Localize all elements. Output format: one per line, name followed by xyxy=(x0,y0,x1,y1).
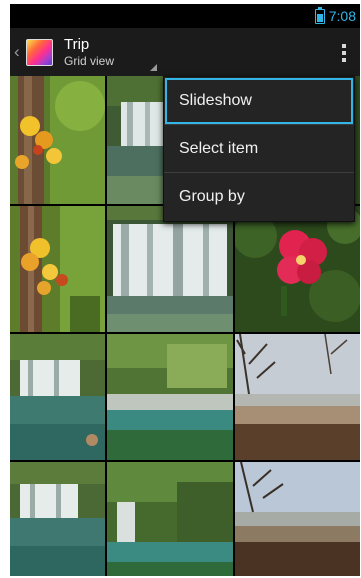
photo-tile-hazy-city[interactable] xyxy=(235,334,360,460)
gallery-app-icon[interactable] xyxy=(26,39,53,66)
photo-tile-waterfall[interactable] xyxy=(107,206,233,332)
photo-tile-waterfall-lake[interactable] xyxy=(10,462,105,576)
menu-item-select-item[interactable]: Select item xyxy=(164,125,354,173)
status-clock: 7:08 xyxy=(328,8,356,24)
phone-screen: 7:08 ‹ Trip Grid view Slideshow Select i… xyxy=(10,4,360,576)
photo-tile-orchids[interactable] xyxy=(10,206,105,332)
overflow-menu-icon[interactable] xyxy=(342,44,346,62)
album-title: Trip xyxy=(64,36,90,53)
status-right: 7:08 xyxy=(314,6,356,25)
photo-tile-river-gorge[interactable] xyxy=(107,462,233,576)
album-title-spinner[interactable]: Trip Grid view xyxy=(64,36,114,69)
battery-icon xyxy=(314,6,325,24)
photo-tile-river-gorge[interactable] xyxy=(107,334,233,460)
menu-item-group-by[interactable]: Group by xyxy=(164,173,354,221)
status-bar: 7:08 xyxy=(10,4,360,28)
spinner-indicator-icon xyxy=(150,64,157,71)
photo-tile-waterfall-lake[interactable] xyxy=(10,334,105,460)
overflow-menu: Slideshow Select item Group by xyxy=(163,76,355,222)
photo-tile-hazy-city[interactable] xyxy=(235,462,360,576)
photo-tile-hibiscus[interactable] xyxy=(235,206,360,332)
view-mode-subtitle: Grid view xyxy=(64,54,115,68)
photo-tile-orchids[interactable] xyxy=(10,76,105,204)
action-bar: ‹ Trip Grid view xyxy=(10,28,360,76)
menu-item-slideshow[interactable]: Slideshow xyxy=(164,77,354,125)
up-navigation-icon[interactable]: ‹ xyxy=(14,42,20,62)
